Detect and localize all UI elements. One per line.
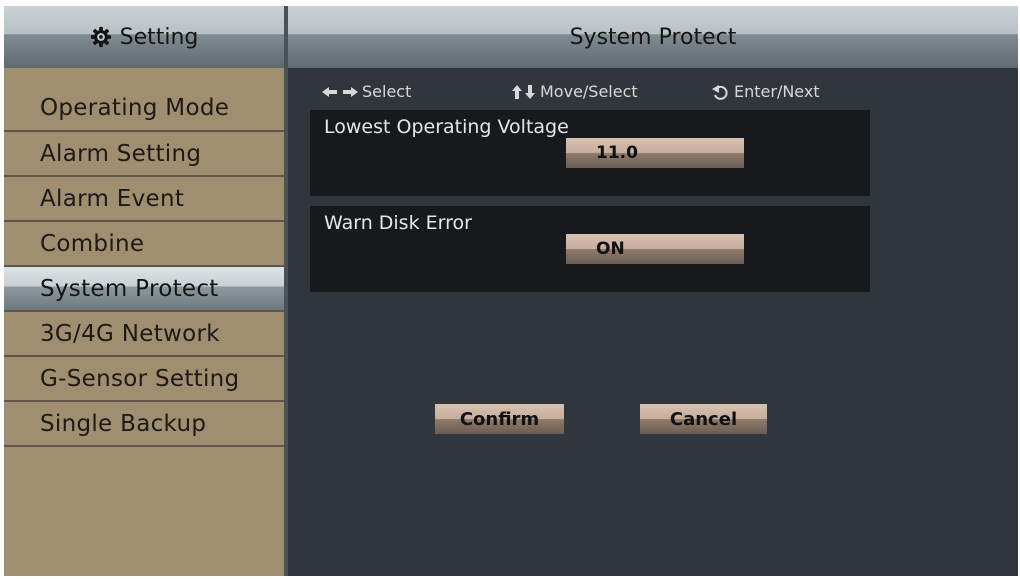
sidebar-item-operating-mode[interactable]: Operating Mode	[4, 86, 284, 132]
confirm-button[interactable]: Confirm	[435, 404, 564, 434]
sidebar-title: Setting	[119, 24, 199, 50]
sidebar-item-alarm-setting[interactable]: Alarm Setting	[4, 132, 284, 177]
sidebar-item-single-backup[interactable]: Single Backup	[4, 402, 284, 447]
voltage-setting-panel: Lowest Operating Voltage 11.0	[310, 110, 870, 196]
sidebar-item-alarm-event[interactable]: Alarm Event	[4, 177, 284, 222]
voltage-value-field[interactable]: 11.0	[566, 138, 744, 168]
warn-disk-error-panel: Warn Disk Error ON	[310, 206, 870, 292]
hint-select-label: Select	[362, 82, 412, 101]
sidebar-header: Setting	[4, 6, 284, 68]
sidebar-item-system-protect[interactable]: System Protect	[4, 267, 284, 312]
hint-enter-next-label: Enter/Next	[734, 82, 820, 101]
app-window: Setting Operating Mode Alarm Setting Ala…	[4, 6, 1018, 576]
up-down-arrows-icon	[512, 84, 536, 99]
page-title: System Protect	[288, 6, 1018, 68]
hint-select: Select	[322, 82, 411, 101]
voltage-setting-label: Lowest Operating Voltage	[324, 116, 569, 138]
sidebar-item-3g-4g-network[interactable]: 3G/4G Network	[4, 312, 284, 357]
main-panel: System Protect Select Move/Select Enter/…	[288, 6, 1018, 576]
hint-move-select: Move/Select	[512, 82, 638, 101]
enter-return-icon	[712, 84, 730, 100]
sidebar-item-g-sensor-setting[interactable]: G-Sensor Setting	[4, 357, 284, 402]
warn-disk-error-value-field[interactable]: ON	[566, 234, 744, 264]
cancel-button[interactable]: Cancel	[640, 404, 767, 434]
gear-icon	[90, 26, 112, 48]
hint-enter-next: Enter/Next	[712, 82, 820, 101]
left-right-arrows-icon	[322, 86, 358, 98]
warn-disk-error-label: Warn Disk Error	[324, 212, 472, 234]
sidebar-item-combine[interactable]: Combine	[4, 222, 284, 267]
sidebar-menu: Operating Mode Alarm Setting Alarm Event…	[4, 86, 284, 447]
hint-move-select-label: Move/Select	[540, 82, 638, 101]
sidebar: Setting Operating Mode Alarm Setting Ala…	[4, 6, 284, 576]
